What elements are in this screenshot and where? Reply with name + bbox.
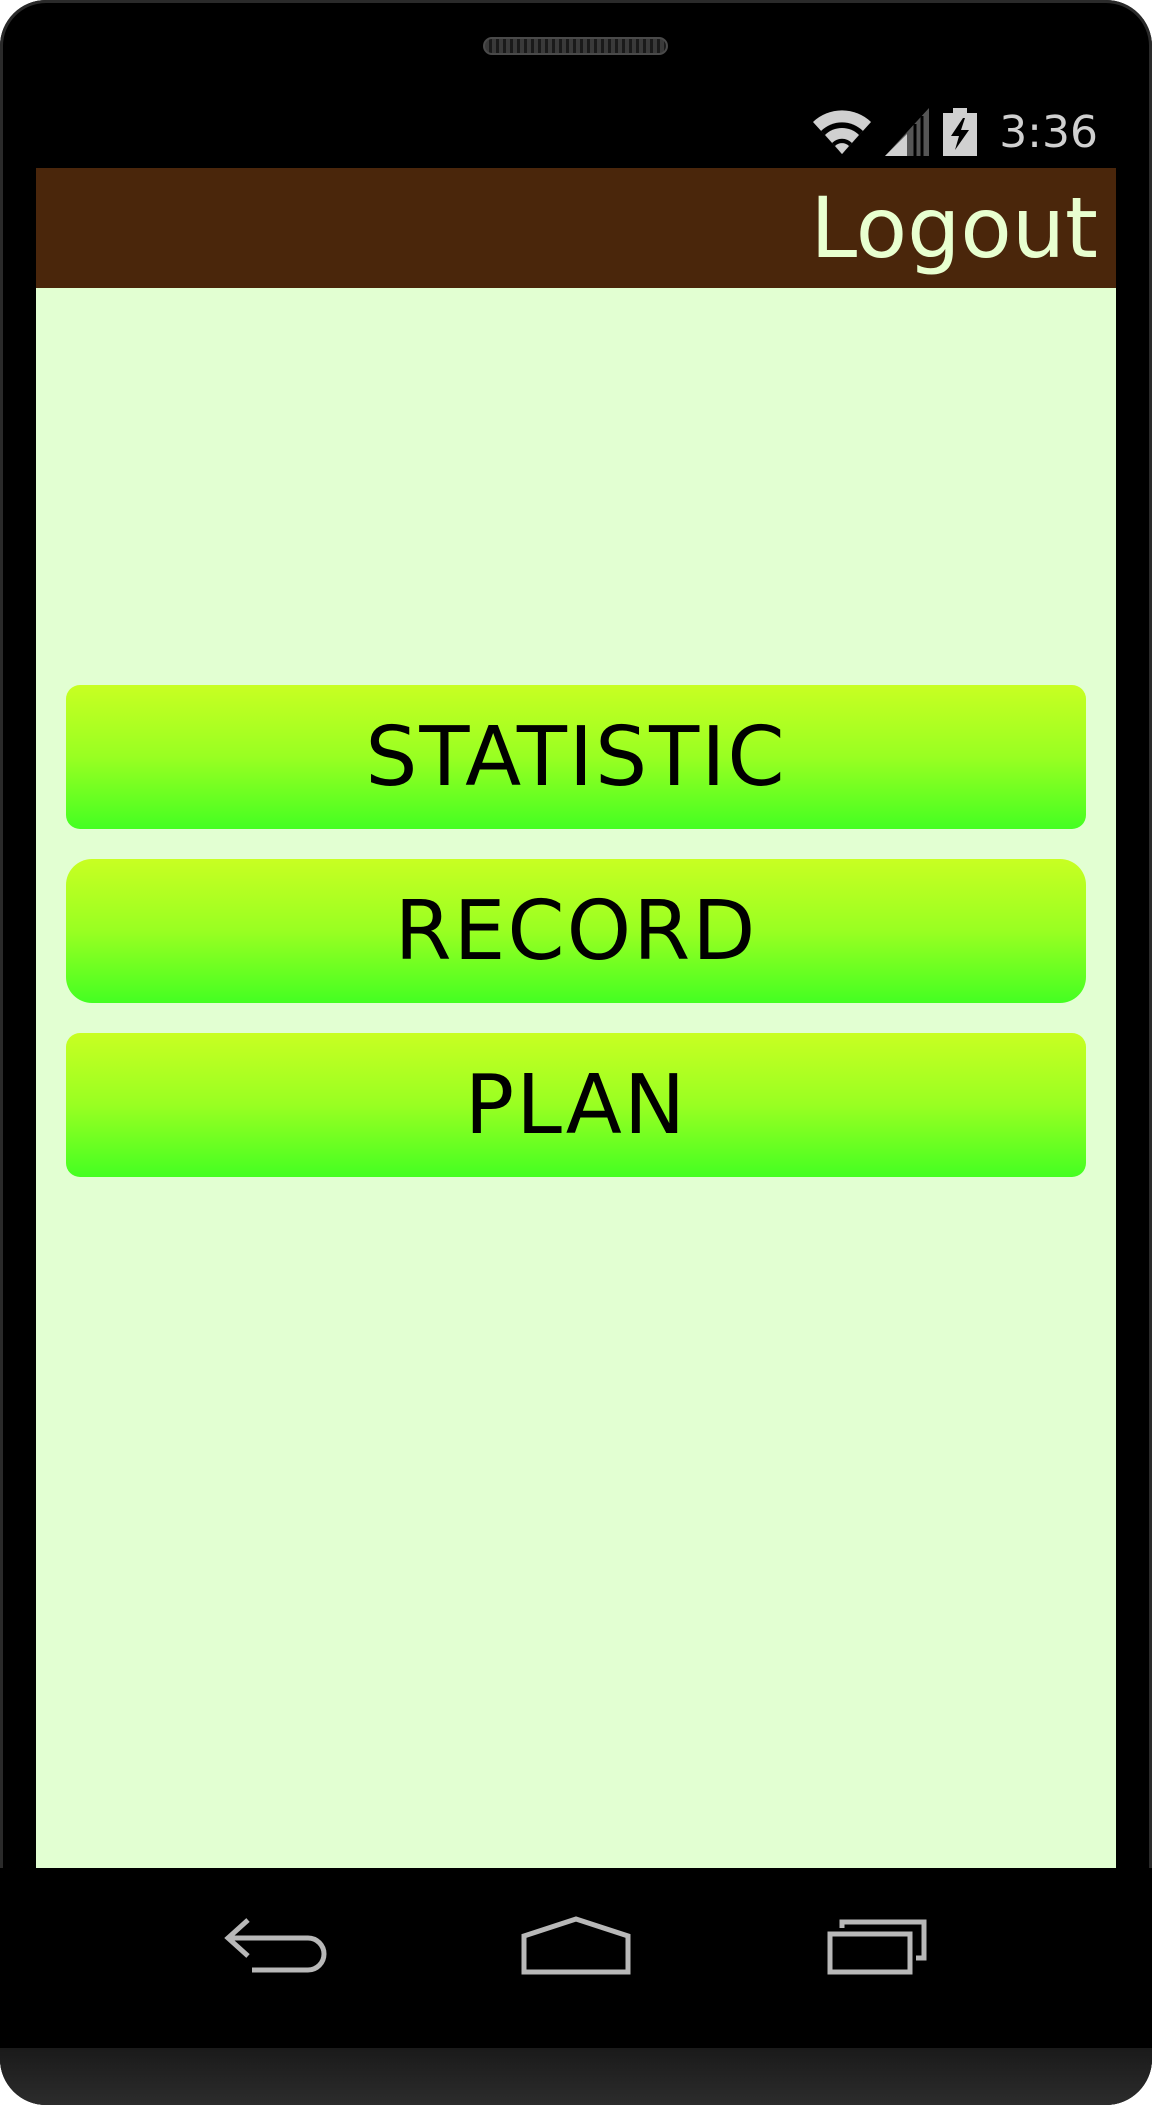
home-icon (520, 1915, 632, 1981)
battery-charging-icon (943, 108, 978, 156)
recent-apps-icon (826, 1916, 930, 1981)
statistic-button[interactable]: STATISTIC (66, 685, 1086, 829)
title-bar: Logout (36, 168, 1116, 288)
phone-chin (0, 2048, 1152, 2105)
plan-button[interactable]: PLAN (66, 1033, 1086, 1177)
navigation-bar (0, 1868, 1152, 2048)
logout-button[interactable]: Logout (810, 186, 1098, 270)
home-button[interactable] (476, 1868, 676, 2028)
earpiece-speaker (483, 37, 668, 55)
phone-frame: 3:36 Logout STATISTIC RECORD PLAN (0, 0, 1152, 2105)
status-clock: 3:36 (999, 106, 1098, 158)
back-button[interactable] (176, 1868, 376, 2028)
back-icon (224, 1916, 328, 1981)
app-screen: Logout STATISTIC RECORD PLAN (36, 168, 1116, 1868)
recent-apps-button[interactable] (778, 1868, 978, 2028)
record-button[interactable]: RECORD (66, 859, 1086, 1003)
wifi-icon (813, 110, 872, 154)
status-bar: 3:36 (36, 96, 1116, 168)
cell-signal-icon (885, 108, 930, 156)
